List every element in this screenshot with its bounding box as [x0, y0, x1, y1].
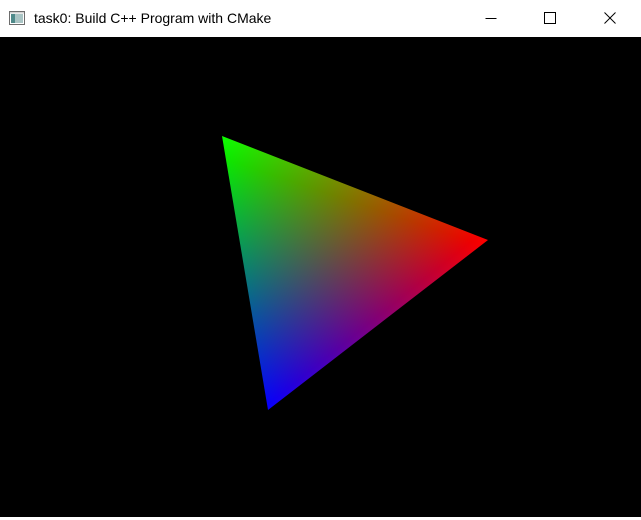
close-icon: [604, 12, 616, 24]
triangle-blue-channel: [222, 136, 488, 410]
close-button[interactable]: [587, 0, 633, 36]
triangle-render: [222, 136, 488, 410]
title-bar[interactable]: task0: Build C++ Program with CMake: [0, 0, 641, 36]
minimize-button[interactable]: [468, 0, 514, 36]
window-title: task0: Build C++ Program with CMake: [34, 10, 272, 26]
app-window: task0: Build C++ Program with CMake: [0, 0, 641, 520]
application-window-icon: [9, 11, 25, 25]
maximize-button[interactable]: [527, 0, 573, 36]
maximize-icon: [544, 12, 556, 24]
minimize-icon: [485, 18, 497, 19]
render-canvas[interactable]: [0, 37, 641, 517]
